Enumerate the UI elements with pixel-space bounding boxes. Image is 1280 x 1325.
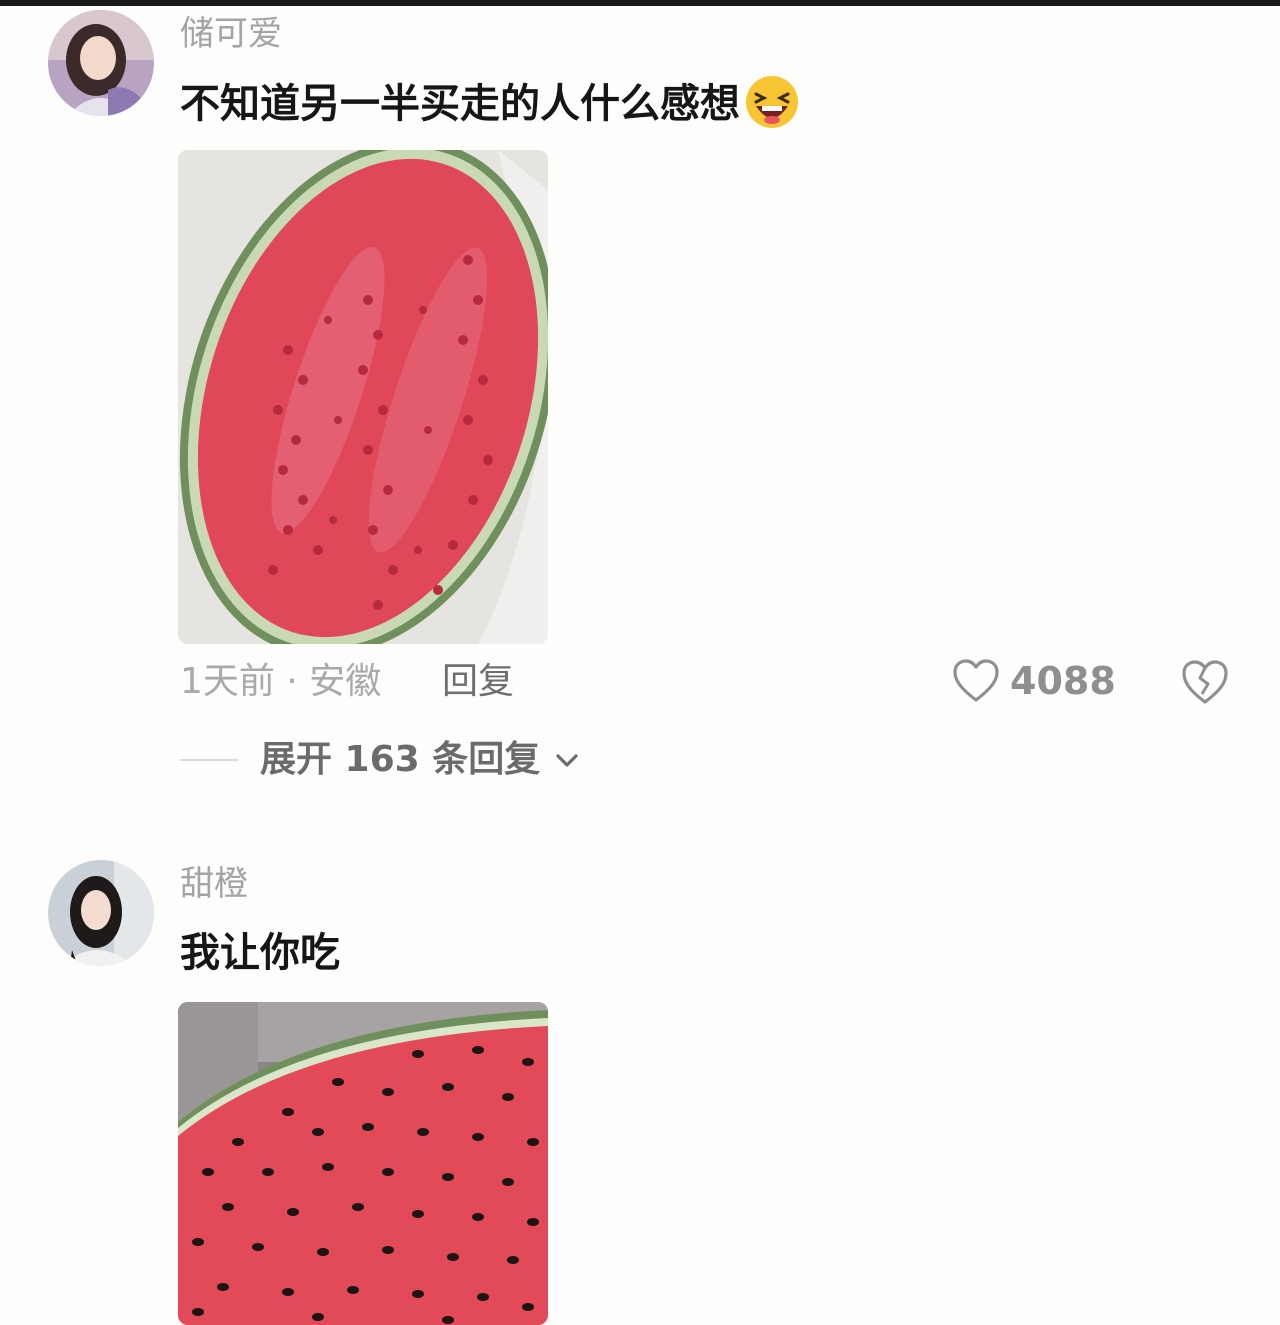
status-bar-edge <box>0 0 1280 6</box>
like-button[interactable]: 4088 <box>952 656 1116 706</box>
dislike-button[interactable] <box>1180 658 1230 706</box>
watermelon-photo[interactable] <box>178 1002 548 1325</box>
heart-icon <box>953 659 999 702</box>
comment-text: 我让你吃 <box>180 930 340 976</box>
comment-text-content: 不知道另一半买走的人什么感想 <box>180 81 740 127</box>
laughing-emoji-icon <box>744 74 800 130</box>
reply-button[interactable]: 回复 <box>442 660 514 704</box>
like-count: 4088 <box>1010 659 1116 703</box>
expand-replies-label: 展开 163 条回复 <box>260 739 541 780</box>
avatar[interactable] <box>48 860 154 966</box>
divider-line <box>180 759 238 761</box>
comment-meta: 1天前 · 安徽 <box>180 661 382 702</box>
avatar[interactable] <box>48 10 154 116</box>
chevron-down-icon <box>556 754 578 767</box>
username[interactable]: 甜橙 <box>180 864 248 904</box>
username[interactable]: 储可爱 <box>180 14 282 54</box>
comment-text: 不知道另一半买走的人什么感想 <box>180 76 800 134</box>
broken-heart-icon <box>1182 660 1228 704</box>
expand-replies-button[interactable]: 展开 163 条回复 <box>180 738 582 782</box>
watermelon-photo[interactable] <box>178 150 548 644</box>
